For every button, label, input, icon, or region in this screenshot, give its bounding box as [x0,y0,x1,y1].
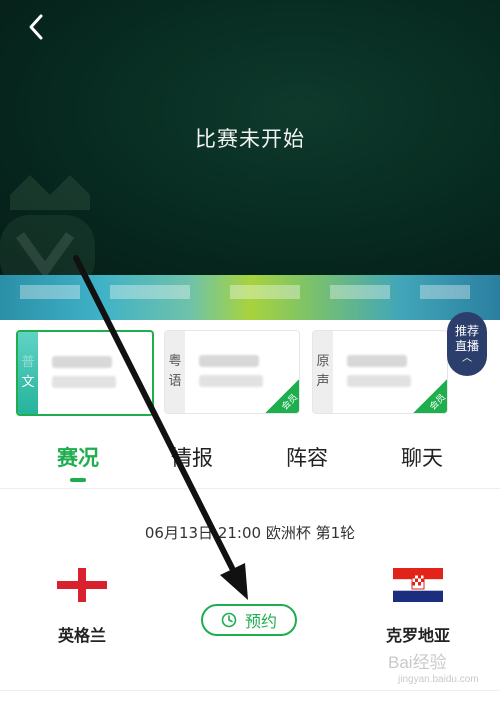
active-tab-indicator [70,478,86,482]
england-flag-icon [57,568,107,602]
clock-icon [221,612,237,628]
video-player[interactable]: 比赛未开始 [0,0,500,275]
commentator-name-blurred [347,375,411,387]
commentator-name-blurred [199,375,263,387]
commentator-name-blurred [52,356,112,368]
commentary-card-original[interactable]: 原声 会员 [312,330,448,414]
match-info-panel: 06月13日 21:00 欧洲杯 第1轮 英格兰 预约 克罗地亚 Bai经验 j… [0,490,500,709]
recommend-label: 直播 [454,339,479,353]
watermark-url: jingyan.baidu.com [398,674,479,685]
commentator-name-blurred [199,355,259,367]
channel-logo-watermark [0,165,100,275]
commentator-name-blurred [347,355,407,367]
commentary-lang-label: 普文 [18,332,38,414]
vip-badge: 会员 [264,378,299,413]
tab-chat[interactable]: 聊天 [367,442,477,472]
reserve-button[interactable]: 预约 [201,604,297,636]
commentary-lang-label: 原声 [313,331,333,413]
chevron-up-icon: ︿ [462,353,472,364]
tab-intel[interactable]: 情报 [137,442,247,472]
blurred-banner [0,275,500,320]
commentary-card-mandarin[interactable]: 普文 [16,330,154,416]
vip-badge: 会员 [412,378,447,413]
recommend-live-button[interactable]: 推荐 直播 ︿ [447,312,487,376]
back-arrow-icon[interactable] [22,12,52,42]
recommend-label: 推荐 [454,324,479,338]
away-team-name: 克罗地亚 [385,626,450,645]
divider [0,690,500,691]
tab-match-status[interactable]: 赛况 [23,442,133,472]
tab-lineup[interactable]: 阵容 [252,442,362,472]
match-status-text: 比赛未开始 [195,127,305,151]
tab-bar: 赛况 情报 阵容 聊天 [0,430,500,489]
commentary-lang-label: 粤语 [165,331,185,413]
watermark-text: Bai经验 [388,653,447,672]
reserve-label: 预约 [244,612,277,631]
commentator-name-blurred [52,376,116,388]
commentary-selector: 普文 粤语 会员 原声 会员 [0,320,500,422]
commentary-card-cantonese[interactable]: 粤语 会员 [164,330,300,414]
croatia-flag-icon [393,568,443,602]
match-datetime: 06月13日 21:00 欧洲杯 第1轮 [144,524,356,542]
home-team-name: 英格兰 [57,626,106,645]
